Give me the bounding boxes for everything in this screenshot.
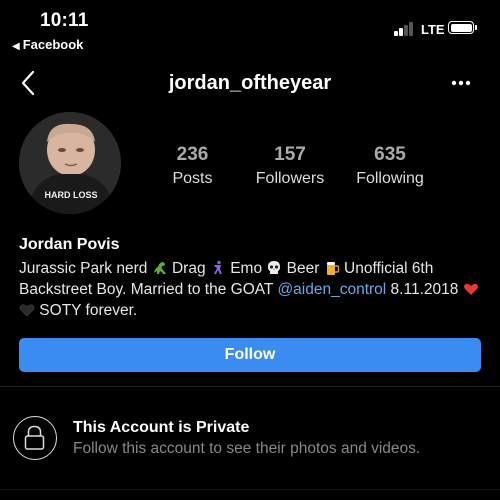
private-account-title: This Account is Private [73,419,250,436]
back-app-label: Facebook [22,37,84,52]
more-options-icon[interactable] [448,70,474,96]
bio-text: 8.11.2018 [386,281,463,298]
back-to-facebook-link[interactable]: ◀ Facebook [12,37,83,52]
back-triangle-icon: ◀ [12,41,20,52]
profile-header: jordan_oftheyear [0,64,500,104]
bio-text: SOTY forever. [35,302,138,319]
profile-name: Jordan Povis [19,236,120,253]
posts-stat[interactable]: 236 Posts [150,144,235,188]
bottom-divider [0,489,500,490]
signal-icon [394,22,416,36]
red-heart-emoji-icon [463,283,478,295]
status-time: 10:11 [40,10,89,31]
bio-text: Beer [282,260,324,277]
beer-emoji-icon [326,262,339,275]
posts-count: 236 [176,144,209,165]
battery-icon [448,21,477,34]
following-count: 635 [374,144,406,165]
network-label: LTE [421,22,445,37]
following-stat[interactable]: 635 Following [345,144,435,188]
profile-avatar[interactable]: HARD LOSS [19,112,121,214]
followers-stat[interactable]: 157 Followers [245,144,335,188]
section-divider [0,386,500,387]
posts-label: Posts [172,170,213,187]
status-bar: 10:11 ◀ Facebook LTE [0,0,500,58]
profile-bio: Jurassic Park nerd Drag Emo Beer Unoffic… [19,258,489,321]
username-title: jordan_oftheyear [168,72,332,94]
follow-button[interactable]: Follow [19,338,481,372]
private-account-subtitle: Follow this account to see their photos … [73,440,421,457]
skull-emoji-icon [268,261,281,274]
followers-label: Followers [255,170,325,187]
lock-icon [24,425,45,450]
following-label: Following [356,170,424,187]
avatar-shirt-text: HARD LOSS [44,190,97,200]
bio-text: Jurassic Park nerd [19,260,152,277]
profile-stats: 236 Posts 157 Followers 635 Following [150,144,440,194]
bio-text: Drag [167,260,210,277]
dancer-emoji-icon [213,260,222,274]
bio-mention-link[interactable]: @aiden_control [277,281,386,298]
bio-text: Emo [225,260,267,277]
avatar-photo: HARD LOSS [19,112,121,214]
black-heart-emoji-icon [19,304,35,317]
dinosaur-emoji-icon [153,262,166,274]
followers-count: 157 [274,144,306,165]
private-lock-badge [13,416,57,460]
